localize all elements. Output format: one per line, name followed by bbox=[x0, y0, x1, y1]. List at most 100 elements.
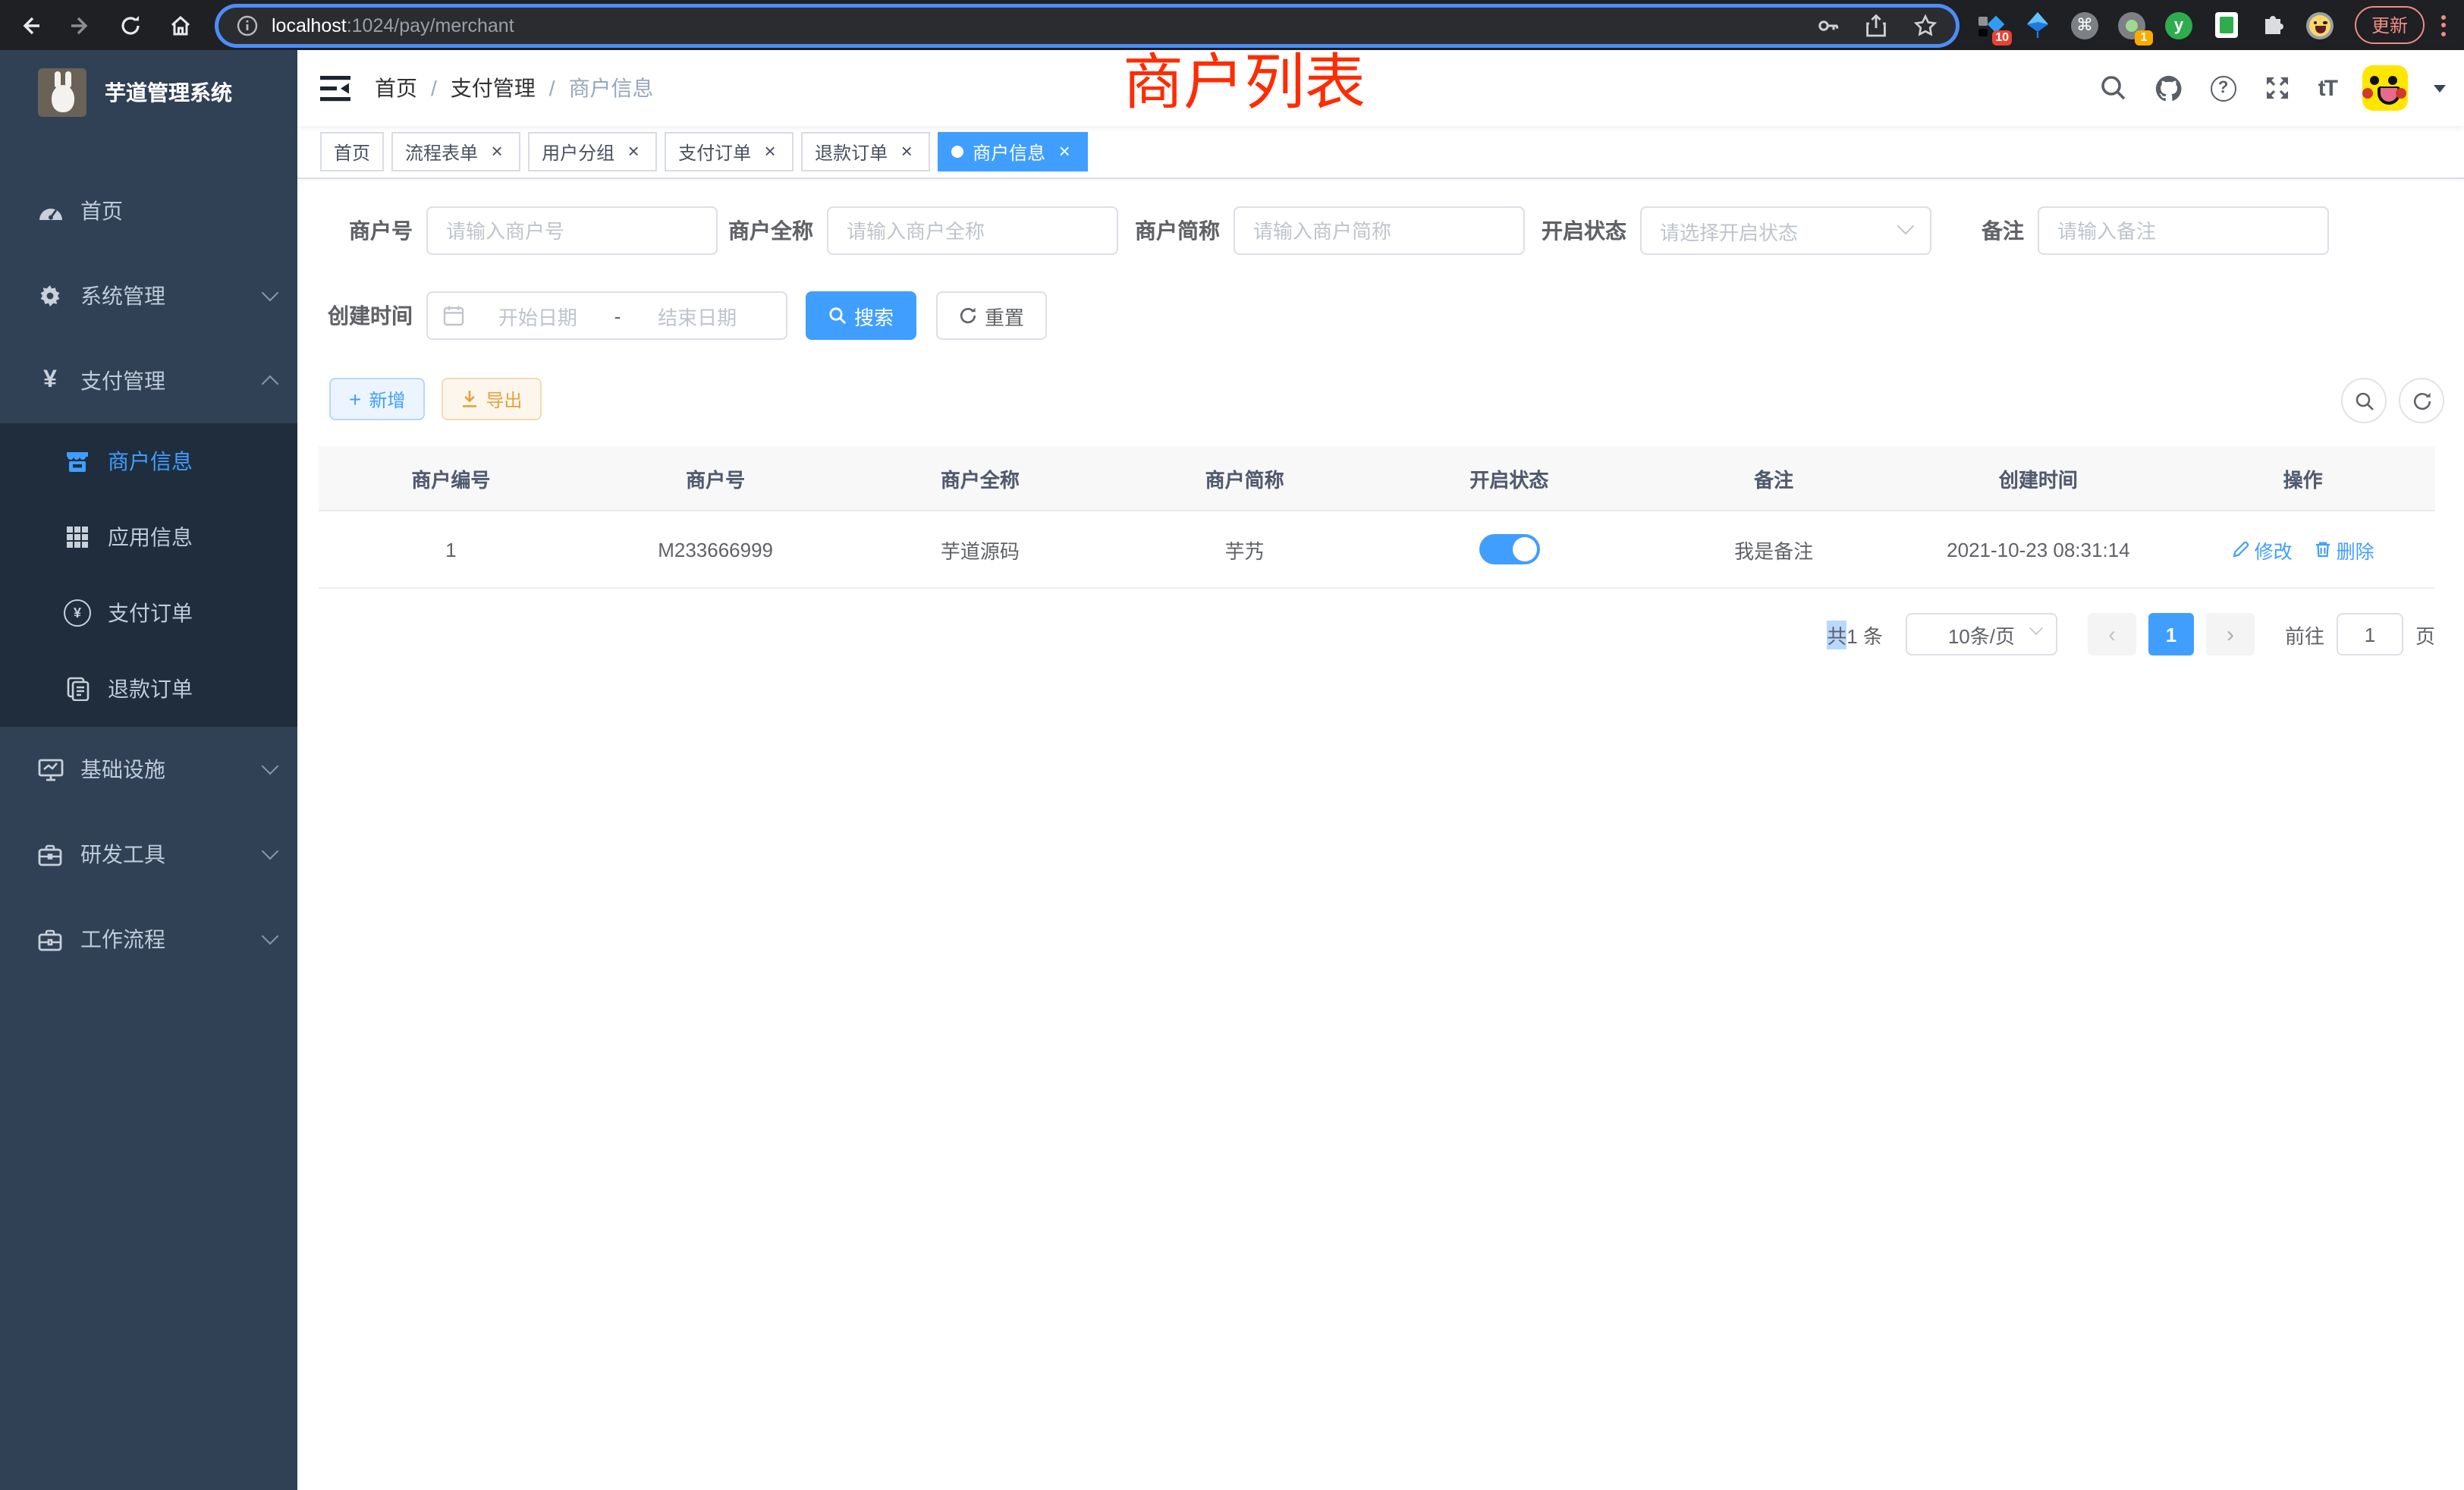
sidebar-item-dev-tools[interactable]: 研发工具 bbox=[0, 812, 297, 897]
merchant-no-label: 商户号 bbox=[349, 215, 413, 246]
fullscreen-icon[interactable] bbox=[2264, 74, 2293, 102]
start-date-placeholder[interactable]: 开始日期 bbox=[464, 301, 611, 330]
tab-user-group[interactable]: 用户分组× bbox=[528, 132, 657, 171]
app-title: 芋道管理系统 bbox=[105, 77, 232, 107]
extension-badge: 10 bbox=[1992, 30, 2012, 45]
search-button[interactable]: 搜索 bbox=[806, 291, 916, 340]
extension-notes-icon[interactable] bbox=[2212, 11, 2239, 39]
tags-view: 首页 流程表单× 用户分组× 支付订单× 退款订单× 商户信息× bbox=[297, 126, 2464, 179]
reset-button[interactable]: 重置 bbox=[936, 291, 1047, 340]
browser-profile-avatar[interactable] bbox=[2306, 11, 2334, 39]
date-range-picker[interactable]: 开始日期 - 结束日期 bbox=[426, 291, 787, 340]
col-shortname: 商户简称 bbox=[1112, 446, 1377, 510]
url-host: localhost bbox=[272, 14, 347, 36]
extension-sketch-icon[interactable]: 10 bbox=[1977, 11, 2004, 39]
next-page-button[interactable]: › bbox=[2206, 613, 2255, 655]
close-icon[interactable]: × bbox=[1054, 142, 1074, 162]
toolbox-icon bbox=[32, 843, 68, 866]
tab-refund-orders[interactable]: 退款订单× bbox=[801, 132, 930, 171]
tab-process-form[interactable]: 流程表单× bbox=[391, 132, 520, 171]
sidebar-item-refund-orders[interactable]: 退款订单 bbox=[0, 651, 297, 727]
download-icon bbox=[461, 390, 478, 408]
prev-page-button[interactable]: ‹ bbox=[2088, 613, 2136, 655]
close-icon[interactable]: × bbox=[624, 142, 643, 162]
edit-link[interactable]: 修改 bbox=[2232, 535, 2293, 564]
export-button[interactable]: 导出 bbox=[442, 378, 542, 420]
status-toggle[interactable] bbox=[1479, 534, 1539, 564]
extension-status-icon[interactable]: 1 bbox=[2118, 11, 2145, 39]
merchant-shortname-label: 商户简称 bbox=[1135, 215, 1220, 246]
share-icon[interactable] bbox=[1863, 12, 1889, 38]
extension-green-y-icon[interactable]: y bbox=[2165, 11, 2192, 39]
merchant-table: 商户编号 商户号 商户全称 商户简称 开启状态 备注 创建时间 操作 1 M23… bbox=[319, 446, 2435, 589]
sidebar-item-infrastructure[interactable]: 基础设施 bbox=[0, 727, 297, 812]
merchant-fullname-input[interactable] bbox=[827, 206, 1118, 255]
extension-badge: 1 bbox=[2135, 30, 2153, 45]
page-number-1[interactable]: 1 bbox=[2148, 613, 2194, 655]
browser-toolbar: localhost:1024/pay/merchant 10 bbox=[0, 0, 2464, 50]
col-remark: 备注 bbox=[1642, 446, 1906, 510]
sidebar-item-app-info[interactable]: 应用信息 bbox=[0, 499, 297, 575]
tab-home[interactable]: 首页 bbox=[320, 132, 384, 171]
site-info-icon[interactable] bbox=[237, 14, 258, 36]
chrome-update-button[interactable]: 更新 bbox=[2355, 6, 2425, 44]
yen-icon: ¥ bbox=[32, 367, 68, 395]
col-actions: 操作 bbox=[2170, 446, 2435, 510]
briefcase-icon bbox=[32, 928, 68, 951]
header-search-icon[interactable] bbox=[2100, 74, 2129, 102]
tab-merchant-info[interactable]: 商户信息× bbox=[938, 132, 1088, 171]
status-select[interactable]: 请选择开启状态 bbox=[1640, 206, 1931, 255]
page-unit-label: 页 bbox=[2415, 620, 2435, 649]
sidebar-item-merchant-info[interactable]: 商户信息 bbox=[0, 423, 297, 499]
page-size-select[interactable]: 10条/页 bbox=[1906, 613, 2057, 655]
end-date-placeholder[interactable]: 结束日期 bbox=[624, 301, 771, 330]
breadcrumb-payment[interactable]: 支付管理 bbox=[451, 73, 536, 103]
merchant-shortname-input[interactable] bbox=[1234, 206, 1525, 255]
breadcrumb-current: 商户信息 bbox=[569, 73, 654, 103]
user-avatar[interactable] bbox=[2362, 65, 2408, 111]
breadcrumb-home[interactable]: 首页 bbox=[375, 73, 417, 103]
col-merchant-id: 商户编号 bbox=[319, 446, 583, 510]
remark-input[interactable] bbox=[2038, 206, 2329, 255]
sidebar-item-workflow[interactable]: 工作流程 bbox=[0, 897, 297, 982]
address-bar[interactable]: localhost:1024/pay/merchant bbox=[218, 7, 1956, 43]
caret-down-icon[interactable] bbox=[2434, 84, 2446, 92]
sidebar-item-home[interactable]: 首页 bbox=[0, 168, 297, 253]
merchant-no-input[interactable] bbox=[426, 206, 718, 255]
sidebar-item-pay-orders[interactable]: ¥ 支付订单 bbox=[0, 575, 297, 651]
extension-kite-icon[interactable] bbox=[2024, 11, 2051, 39]
gear-icon bbox=[32, 284, 68, 308]
sidebar-item-system[interactable]: 系统管理 bbox=[0, 253, 297, 338]
toggle-search-button[interactable] bbox=[2341, 378, 2387, 423]
sidebar-item-payment[interactable]: ¥ 支付管理 bbox=[0, 338, 297, 423]
browser-forward-button[interactable] bbox=[67, 12, 93, 38]
sidebar-logo[interactable]: 芋道管理系统 bbox=[0, 50, 297, 134]
sidebar-collapse-icon[interactable] bbox=[320, 73, 350, 103]
add-button[interactable]: + 新增 bbox=[329, 378, 425, 420]
help-icon[interactable]: ? bbox=[2209, 74, 2238, 102]
extension-command-icon[interactable]: ⌘ bbox=[2071, 11, 2098, 39]
bookmark-star-icon[interactable] bbox=[1912, 12, 1938, 38]
pagination-total: 共1 条 bbox=[1827, 620, 1883, 649]
goto-page-input[interactable] bbox=[2337, 613, 2403, 655]
extensions-puzzle-icon[interactable] bbox=[2259, 11, 2286, 39]
browser-menu-icon[interactable] bbox=[2440, 14, 2446, 36]
navbar: 首页 / 支付管理 / 商户信息 ? bbox=[297, 50, 2464, 126]
remark-label: 备注 bbox=[1982, 215, 2024, 246]
tab-pay-orders[interactable]: 支付订单× bbox=[665, 132, 794, 171]
close-icon[interactable]: × bbox=[897, 142, 916, 162]
chevron-down-icon bbox=[262, 284, 279, 302]
cell-fullname: 芋道源码 bbox=[848, 511, 1113, 587]
cell-merchant-id: 1 bbox=[319, 511, 583, 587]
password-key-icon[interactable] bbox=[1815, 12, 1840, 38]
font-size-icon[interactable]: tT bbox=[2318, 75, 2337, 101]
refresh-button[interactable] bbox=[2399, 378, 2444, 423]
close-icon[interactable]: × bbox=[487, 142, 507, 162]
browser-back-button[interactable] bbox=[17, 12, 42, 38]
browser-reload-button[interactable] bbox=[117, 12, 143, 38]
browser-home-button[interactable] bbox=[167, 12, 193, 38]
github-icon[interactable] bbox=[2154, 74, 2183, 102]
delete-link[interactable]: 删除 bbox=[2314, 535, 2374, 564]
close-icon[interactable]: × bbox=[760, 142, 780, 162]
col-fullname: 商户全称 bbox=[848, 446, 1113, 510]
